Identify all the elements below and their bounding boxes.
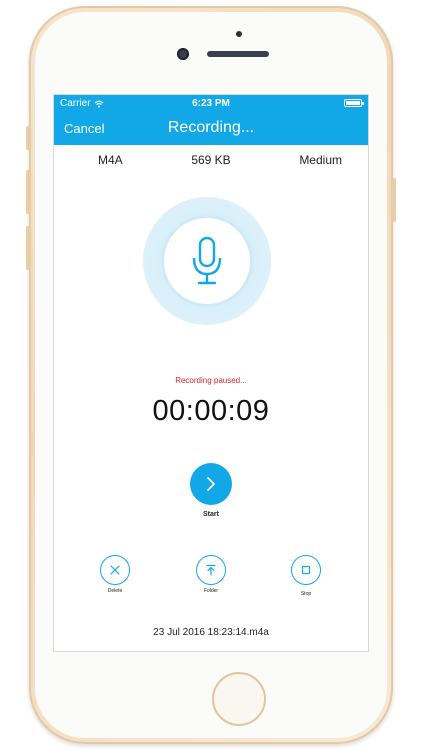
recording-filename: 23 Jul 2016 18:23:14.m4a [153,627,269,638]
volume-up-button [26,170,30,214]
microphone-badge [164,218,250,304]
folder-action: Folder [193,555,229,594]
home-button[interactable] [212,672,266,726]
folder-button[interactable] [196,555,226,585]
stop-action: Stop [288,555,324,597]
stop-label: Stop [300,591,312,597]
stop-square-icon [301,565,311,575]
microphone-visualizer [143,197,271,325]
page-title: Recording... [167,119,255,136]
delete-label: Delete [107,588,123,594]
battery-level [346,101,360,105]
navigation-bar: Cancel Recording... [54,112,368,145]
delete-action: Delete [97,555,133,594]
proximity-sensor [236,31,242,37]
start-label: Start [203,511,219,518]
folder-label: Folder [203,588,219,594]
delete-button[interactable] [100,555,130,585]
battery-icon [344,99,364,107]
chevron-right-icon [207,477,215,491]
status-time: 6:23 PM [192,98,230,109]
close-icon [110,565,120,575]
stop-button[interactable] [291,555,321,585]
elapsed-timer: 00:00:09 [152,395,270,427]
recording-info-row: M4A 569 KB Medium [54,153,368,169]
app-screen: Carrier 6:23 PM Cancel Recording... M4A … [54,95,368,651]
recording-status: Recording paused... [175,376,247,385]
quality-label: Medium [299,153,342,167]
mute-switch [26,126,30,150]
microphone-icon [192,236,222,285]
status-bar: Carrier 6:23 PM [54,95,368,112]
upload-icon [206,564,216,576]
power-button [392,178,396,222]
front-camera [177,48,189,60]
earpiece-speaker [207,51,269,57]
start-button[interactable] [190,463,232,505]
volume-down-button [26,226,30,270]
